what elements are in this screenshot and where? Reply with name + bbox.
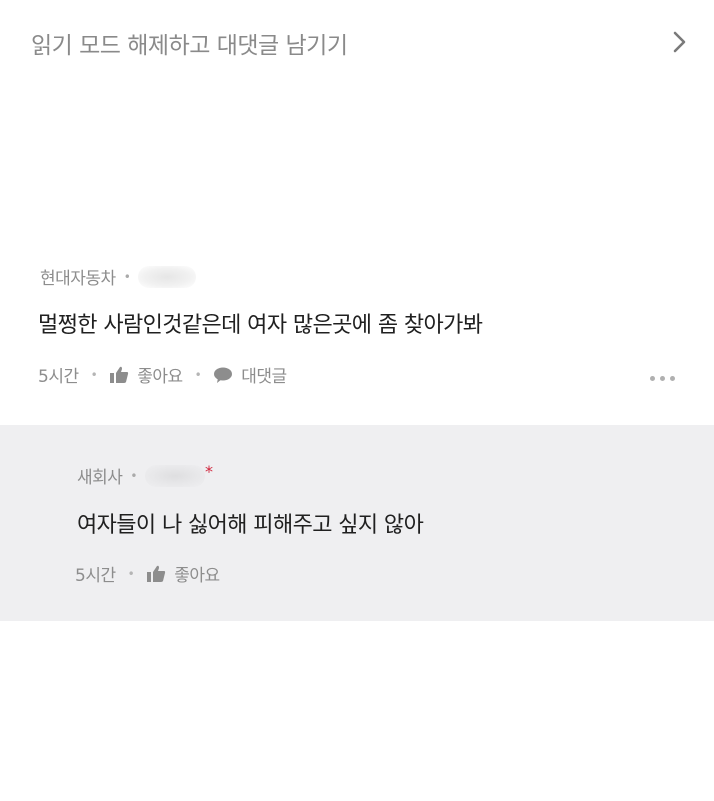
reply-comment-item: 새회사 • * 여자들이 나 싫어해 피해주고 싶지 않아 5시간 • 좋아요 <box>0 425 714 621</box>
comment-item: 현대자동차 • 멀쩡한 사람인것같은데 여자 많은곳에 좀 찾아가봐 5시간 •… <box>0 250 714 424</box>
author-company[interactable]: 새회사 <box>77 463 123 488</box>
comment-time: 5시간 <box>38 367 79 387</box>
separator-dot: • <box>123 269 131 284</box>
chevron-right-icon[interactable] <box>672 30 688 54</box>
reply-mode-bar[interactable]: 읽기 모드 해제하고 대댓글 남기기 <box>0 0 714 86</box>
separator-dot: • <box>194 367 202 382</box>
comment-meta-row: 5시간 • 좋아요 <box>75 561 220 586</box>
thumbs-up-icon <box>147 565 166 582</box>
reply-label: 대댓글 <box>241 367 287 387</box>
thumbs-up-icon <box>110 366 129 383</box>
separator-dot: • <box>130 468 137 483</box>
comment-meta-row: 5시간 • 좋아요 • 대댓글 <box>38 362 287 387</box>
author-company[interactable]: 현대자동차 <box>40 264 116 289</box>
speech-bubble-icon <box>214 367 233 383</box>
comment-text: 여자들이 나 싫어해 피해주고 싶지 않아 <box>77 513 424 538</box>
comment-text: 멀쩡한 사람인것같은데 여자 많은곳에 좀 찾아가봐 <box>38 313 483 338</box>
blurred-nickname <box>145 464 205 487</box>
blurred-nickname <box>138 265 197 288</box>
comment-time: 5시간 <box>75 566 116 586</box>
reply-mode-prompt[interactable]: 읽기 모드 해제하고 대댓글 남기기 <box>31 26 348 60</box>
author-star: * <box>205 462 213 481</box>
like-label: 좋아요 <box>137 367 183 387</box>
comment-author-row: 현대자동차 • <box>40 264 197 289</box>
comment-author-row: 새회사 • * <box>77 462 213 488</box>
separator-dot: • <box>127 566 135 581</box>
like-label: 좋아요 <box>174 566 220 586</box>
like-button[interactable]: 좋아요 <box>109 362 183 387</box>
reply-button[interactable]: 대댓글 <box>213 362 287 387</box>
more-options-icon[interactable] <box>650 376 675 381</box>
separator-dot: • <box>90 367 98 382</box>
like-button[interactable]: 좋아요 <box>146 561 220 586</box>
